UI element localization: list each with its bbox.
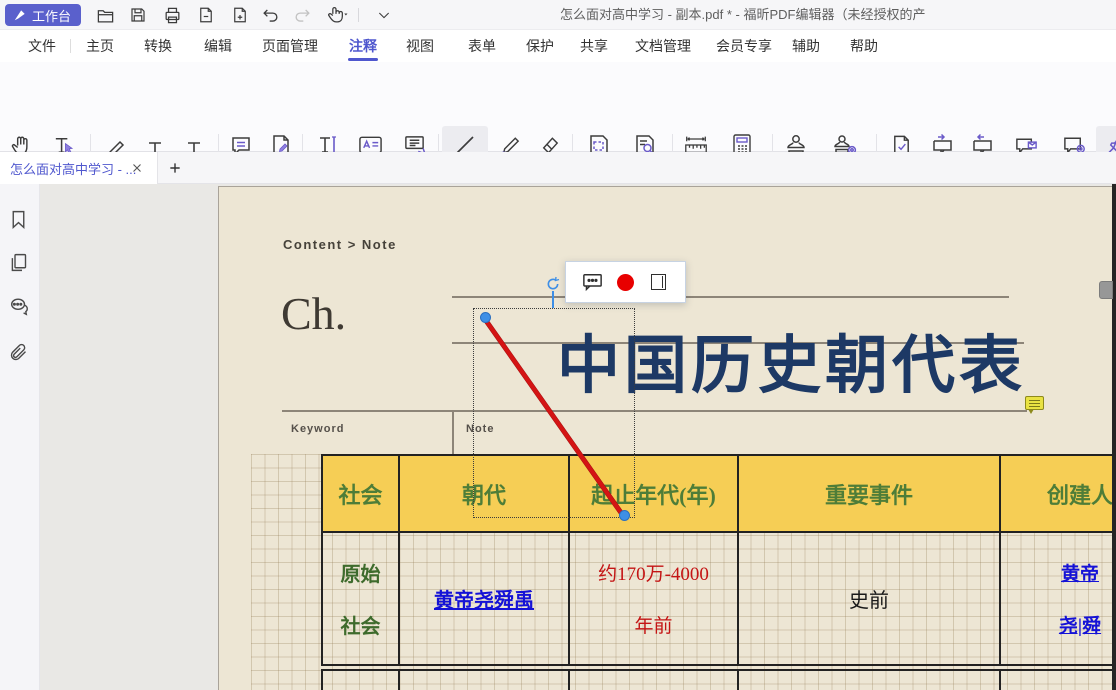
- menu-page-management[interactable]: 页面管理: [262, 30, 318, 62]
- menu-comment[interactable]: 注释: [349, 30, 377, 62]
- square-icon: [651, 274, 666, 290]
- header-cell: 创建人: [999, 454, 1112, 531]
- menu-file[interactable]: 文件: [28, 30, 56, 62]
- red-color-dot: [617, 274, 634, 291]
- color-swatch-button[interactable]: [615, 271, 637, 293]
- workspace-label: 工作台: [32, 6, 71, 25]
- line-start-handle[interactable]: [480, 312, 491, 323]
- rotate-handle-stem: [552, 291, 554, 308]
- society-cell: 原始 社会: [321, 533, 398, 664]
- founder-link[interactable]: 黄帝: [1061, 559, 1099, 586]
- right-edge-strip: [1112, 184, 1116, 690]
- document-tab-bar: 怎么面对高中学习 - ...: [0, 152, 1116, 184]
- menu-separator: [70, 39, 71, 53]
- menu-convert[interactable]: 转换: [144, 30, 172, 62]
- founder-link[interactable]: 尧|舜: [1059, 611, 1101, 638]
- header-cell: 重要事件: [737, 454, 999, 531]
- annotation-quick-toolbar: [565, 261, 686, 303]
- period-cell: 约170万-4000 年前: [568, 533, 737, 664]
- menu-protect[interactable]: 保护: [526, 30, 554, 62]
- keyword-label: Keyword: [291, 423, 344, 435]
- window-title: 怎么面对高中学习 - 副本.pdf * - 福昕PDF编辑器（未经授权的产: [560, 0, 925, 30]
- pen-icon: [13, 8, 27, 22]
- document-view[interactable]: Content > Note Ch. Keyword Note 中国历史朝代表 …: [40, 184, 1116, 690]
- attachments-icon[interactable]: [8, 342, 30, 364]
- table-row-partial: [321, 669, 1112, 690]
- menu-bar: 文件 主页 转换 编辑 页面管理 注释 视图 表单 保护 共享 文档管理 会员专…: [0, 30, 1116, 62]
- bookmarks-icon[interactable]: [8, 209, 30, 231]
- open-file-icon[interactable]: [95, 5, 115, 25]
- sticky-note-annotation-icon[interactable]: [1025, 396, 1044, 410]
- title-bar: 工作台 怎么面对高中学习 - 副本.pdf * - 福昕PDF编辑器（未经授权的…: [0, 0, 1116, 30]
- add-note-button[interactable]: [582, 271, 604, 293]
- line-end-handle[interactable]: [619, 510, 630, 521]
- document-tab-title: 怎么面对高中学习 - ...: [10, 159, 136, 178]
- table-row: 原始 社会 黄帝尧舜禹 约170万-4000 年前 史前 黄帝: [321, 533, 1112, 666]
- print-icon[interactable]: [162, 5, 182, 25]
- menu-membership[interactable]: 会员专享: [716, 30, 772, 62]
- pages-icon[interactable]: [8, 252, 30, 274]
- column-divider-line: [452, 410, 454, 454]
- page-breadcrumb-text: Content > Note: [283, 237, 397, 252]
- dynasty-link[interactable]: 黄帝尧舜禹: [434, 584, 534, 613]
- menu-home[interactable]: 主页: [86, 30, 114, 62]
- menu-accessibility[interactable]: 辅助: [792, 30, 820, 62]
- table-header-row: 社会 朝代 起止年代(年) 重要事件 创建人: [321, 454, 1112, 533]
- tab-close-icon[interactable]: [128, 159, 146, 177]
- document-heading: 中国历史朝代表: [557, 333, 1097, 399]
- menu-help[interactable]: 帮助: [850, 30, 878, 62]
- redo-icon[interactable]: [292, 5, 312, 25]
- menu-edit[interactable]: 编辑: [204, 30, 232, 62]
- collapse-toolbar-icon[interactable]: [374, 5, 394, 25]
- founder-cell: 黄帝 尧|舜: [999, 533, 1112, 664]
- touch-mode-icon[interactable]: [322, 5, 350, 25]
- line-style-button[interactable]: [648, 271, 670, 293]
- events-cell: 史前: [737, 533, 999, 664]
- new-tab-icon[interactable]: [166, 159, 184, 177]
- history-table: 社会 朝代 起止年代(年) 重要事件 创建人 原始 社会 黄帝尧舜禹 约170: [321, 454, 1112, 690]
- comments-panel-icon[interactable]: [8, 296, 30, 318]
- rotate-handle[interactable]: [545, 276, 561, 292]
- navigation-panel-strip: [0, 184, 40, 690]
- new-page-icon[interactable]: [230, 5, 250, 25]
- workspace-button[interactable]: 工作台: [5, 4, 81, 26]
- menu-view[interactable]: 视图: [406, 30, 434, 62]
- copy-page-icon[interactable]: [196, 5, 216, 25]
- foxit-pdf-editor-window: 工作台 怎么面对高中学习 - 副本.pdf * - 福昕PDF编辑器（未经授权的…: [0, 0, 1116, 690]
- ruled-line: [452, 296, 1009, 298]
- menu-form[interactable]: 表单: [468, 30, 496, 62]
- save-icon[interactable]: [128, 5, 148, 25]
- ribbon-toolbar: 手型 工具 选择 ▾ 备注 文件 打 字机: [0, 62, 1116, 152]
- menu-share[interactable]: 共享: [580, 30, 608, 62]
- ruled-line: [282, 410, 1027, 412]
- header-cell: 社会: [321, 454, 398, 531]
- toolbar-separator: [358, 8, 359, 22]
- dynasty-cell: 黄帝尧舜禹: [398, 533, 568, 664]
- undo-icon[interactable]: [260, 5, 280, 25]
- menu-doc-management[interactable]: 文档管理: [635, 30, 691, 62]
- right-panel-handle[interactable]: [1099, 281, 1113, 299]
- chapter-heading: Ch.: [281, 287, 346, 340]
